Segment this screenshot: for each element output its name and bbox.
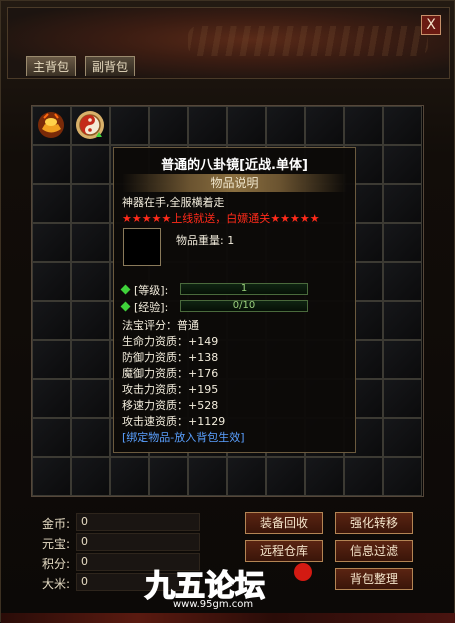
stat-line: 攻击速资质：+1129	[122, 415, 226, 428]
enhance-transfer-button[interactable]: 强化转移	[335, 512, 413, 534]
weight-label: 物品重量:	[176, 234, 224, 247]
promo-text: 上线就送，白嫖通关	[171, 212, 271, 225]
level-label: [等级]:	[134, 284, 169, 297]
inventory-slot[interactable]	[305, 457, 344, 496]
item-description-header: 物品说明	[122, 174, 347, 192]
stat-line: 防御力资质：+138	[122, 351, 219, 364]
inventory-slot[interactable]	[32, 340, 71, 379]
item-preview-slot	[123, 228, 161, 266]
info-filter-button[interactable]: 信息过滤	[335, 540, 413, 562]
level-bar: 1	[180, 283, 308, 295]
inventory-slot[interactable]	[71, 379, 110, 418]
inventory-slot[interactable]	[266, 106, 305, 145]
item-tooltip: 普通的八卦镜[近战.单体] 物品说明 神器在手,全服横着走 ★★★★★上线就送，…	[113, 147, 356, 453]
tab-main-bag[interactable]: 主背包	[26, 56, 77, 76]
inventory-slot[interactable]	[188, 106, 227, 145]
inventory-slot[interactable]	[383, 457, 422, 496]
inventory-slot[interactable]	[266, 457, 305, 496]
promo-line: ★★★★★上线就送，白嫖通关★★★★★	[122, 210, 320, 226]
gold-ingot-icon	[38, 112, 64, 138]
inventory-slot[interactable]	[383, 262, 422, 301]
inventory-slot[interactable]	[344, 457, 383, 496]
level-bullet-icon	[120, 284, 131, 295]
watermark-seal-icon	[294, 563, 312, 581]
gold-value: 0	[76, 513, 200, 531]
tab-sub-bag[interactable]: 副背包	[85, 56, 136, 76]
stat-line: 攻击力资质：+195	[122, 383, 219, 396]
inventory-slot[interactable]	[32, 262, 71, 301]
gold-label: 金币:	[42, 517, 71, 531]
inventory-slot[interactable]	[71, 340, 110, 379]
inventory-slot[interactable]	[227, 457, 266, 496]
stat-line: 移速力资质：+528	[122, 399, 219, 412]
item-weight: 物品重量: 1	[176, 232, 234, 248]
rice-label: 大米:	[42, 577, 71, 591]
exp-label: [经验]:	[134, 301, 169, 314]
inventory-slot[interactable]	[110, 457, 149, 496]
bag-window: X 主背包 副背包 普通的八卦镜[近战.单体] 物品说明 神器在手,全服横着走 …	[0, 0, 455, 623]
inventory-slot[interactable]	[344, 106, 383, 145]
stars-right: ★★★★★	[270, 212, 320, 225]
inventory-slot[interactable]	[32, 301, 71, 340]
inventory-slot[interactable]	[305, 106, 344, 145]
inventory-slot[interactable]	[110, 106, 149, 145]
inventory-slot[interactable]	[227, 106, 266, 145]
equipment-recycle-button[interactable]: 装备回收	[245, 512, 323, 534]
inventory-slot[interactable]	[32, 418, 71, 457]
inventory-slot[interactable]	[149, 106, 188, 145]
inventory-slot[interactable]	[32, 106, 71, 145]
inventory-slot[interactable]	[71, 301, 110, 340]
bag-sort-button[interactable]: 背包整理	[335, 568, 413, 590]
close-button[interactable]: X	[421, 15, 441, 35]
inventory-slot[interactable]	[71, 106, 110, 145]
inventory-slot[interactable]	[32, 145, 71, 184]
item-tagline: 神器在手,全服横着走	[122, 196, 225, 209]
inventory-slot[interactable]	[32, 184, 71, 223]
inventory-slot[interactable]	[383, 145, 422, 184]
item-score: 法宝评分：普通	[122, 319, 199, 332]
inventory-slot[interactable]	[383, 301, 422, 340]
inventory-slot[interactable]	[383, 184, 422, 223]
stars-left: ★★★★★	[122, 212, 172, 225]
inventory-slot[interactable]	[71, 184, 110, 223]
inventory-slot[interactable]	[149, 457, 188, 496]
inventory-slot[interactable]	[71, 262, 110, 301]
yuanbao-value: 0	[76, 533, 200, 551]
inventory-slot[interactable]	[71, 418, 110, 457]
inventory-slot[interactable]	[188, 457, 227, 496]
yuanbao-label: 元宝:	[42, 537, 71, 551]
item-title: 普通的八卦镜[近战.单体]	[161, 158, 308, 173]
exp-bar: 0/10	[180, 300, 308, 312]
weight-value: 1	[227, 234, 235, 247]
exp-bullet-icon	[120, 301, 131, 312]
inventory-slot[interactable]	[383, 340, 422, 379]
bagua-mirror-icon	[76, 111, 104, 139]
inventory-slot[interactable]	[32, 457, 71, 496]
inventory-slot[interactable]	[71, 223, 110, 262]
watermark-url: www.95gm.com	[173, 599, 254, 610]
exp-row: [经验]:	[120, 299, 169, 315]
bind-note: [绑定物品-放入背包生效]	[122, 431, 245, 444]
level-row: [等级]:	[120, 282, 169, 298]
inventory-slot[interactable]	[71, 145, 110, 184]
inventory-slot[interactable]	[383, 418, 422, 457]
inventory-slot[interactable]	[32, 379, 71, 418]
inventory-slot[interactable]	[71, 457, 110, 496]
stat-line: 生命力资质：+149	[122, 335, 219, 348]
inventory-slot[interactable]	[32, 223, 71, 262]
inventory-slot[interactable]	[383, 106, 422, 145]
inventory-slot[interactable]	[383, 379, 422, 418]
inventory-slot[interactable]	[383, 223, 422, 262]
stat-line: 魔御力资质：+176	[122, 367, 219, 380]
points-label: 积分:	[42, 557, 71, 571]
